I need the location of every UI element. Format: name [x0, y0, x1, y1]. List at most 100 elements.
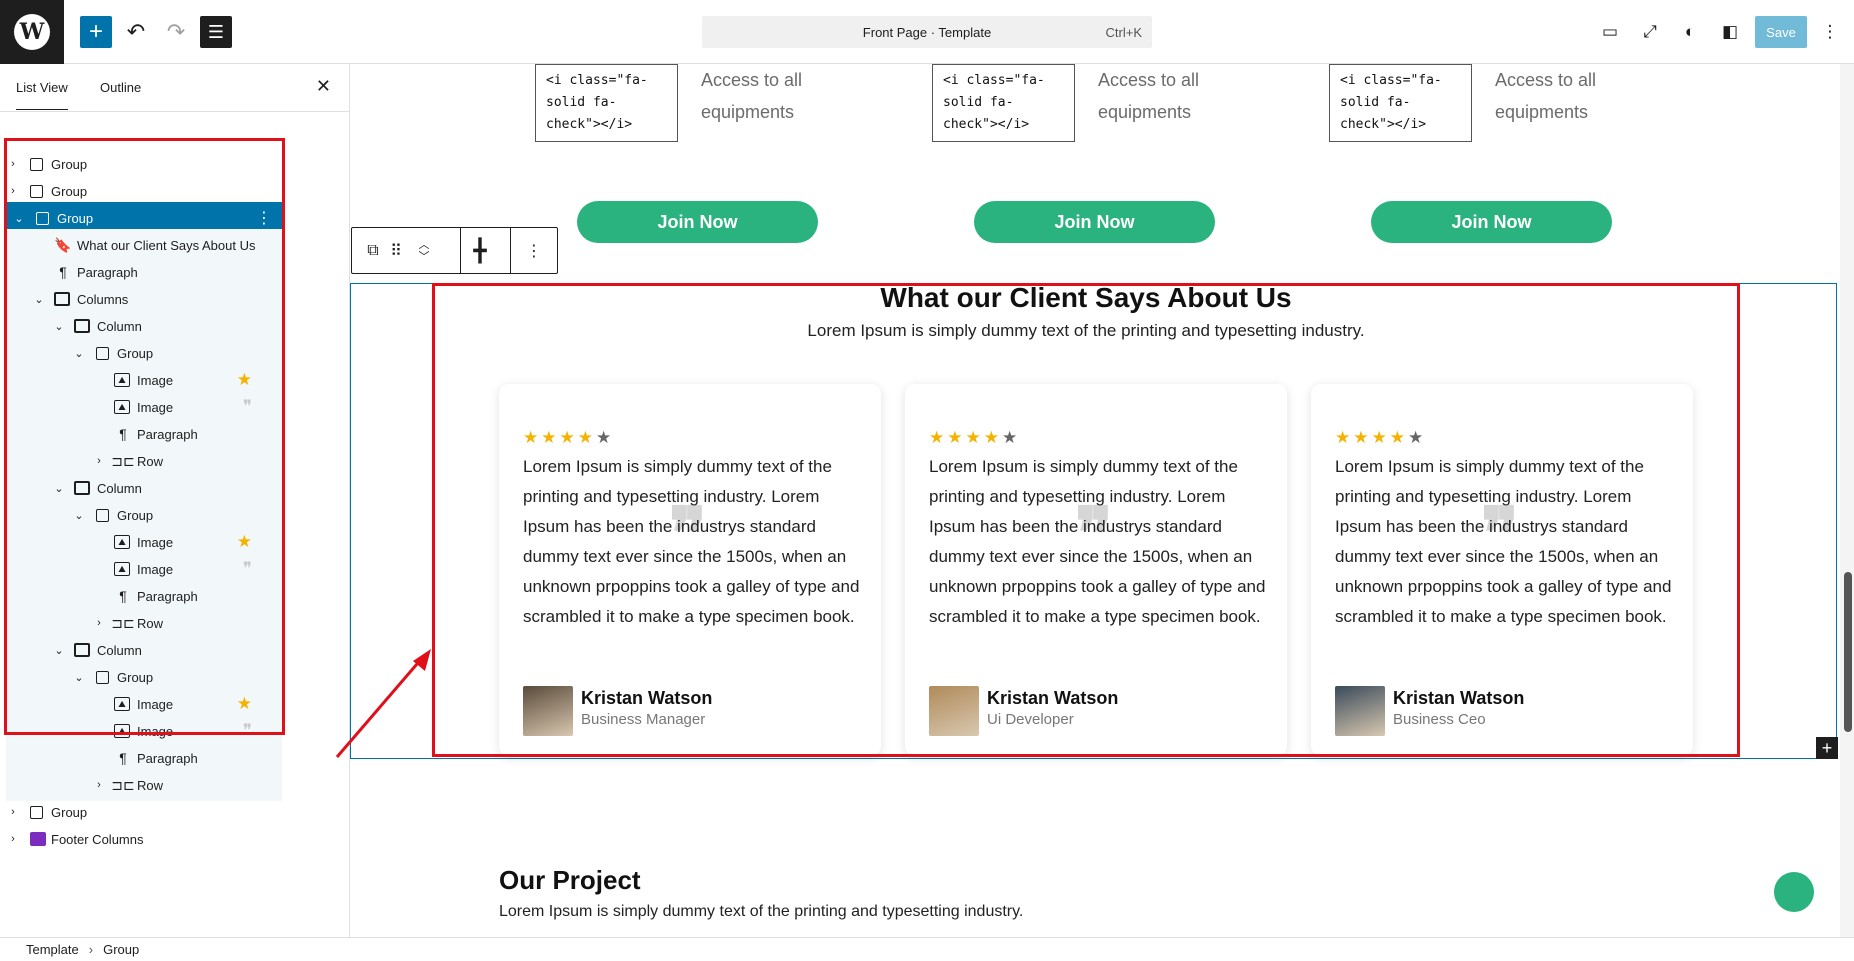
undo-icon: ↶	[126, 19, 146, 44]
tab-outline[interactable]: Outline	[100, 80, 141, 95]
feature-text: Access to all equipments	[701, 70, 803, 122]
command-palette-bar[interactable]: Front Page · Template Ctrl+K	[702, 16, 1152, 48]
chevron-down-icon[interactable]: ⌄	[54, 644, 64, 657]
list-view-item-label: Row	[137, 615, 164, 631]
canvas-scrollbar[interactable]	[1840, 64, 1854, 937]
chevron-down-icon[interactable]: ⌄	[54, 482, 64, 495]
chevron-right-icon[interactable]: ›	[8, 833, 18, 845]
list-view-item-label: Group	[57, 210, 94, 226]
paragraph-icon: ¶	[119, 426, 127, 442]
chevron-right-icon[interactable]: ›	[8, 806, 18, 818]
tab-list-view[interactable]: List View	[16, 80, 68, 110]
block-options-button[interactable]: ⋮	[510, 228, 558, 273]
chevron-down-icon[interactable]: ⌄	[74, 671, 84, 684]
breadcrumb-group[interactable]: Group	[103, 942, 139, 957]
project-subtitle[interactable]: Lorem Ipsum is simply dummy text of the …	[499, 903, 1023, 921]
list-view-item-label: Columns	[77, 291, 129, 307]
star-icon: ★	[236, 370, 252, 389]
chevron-right-icon[interactable]: ›	[94, 617, 104, 629]
editor-header: W + ↶ ↷ ☰ Front Page · Template Ctrl+K ▭…	[0, 0, 1854, 64]
feature-text: Access to all equipments	[1495, 70, 1597, 122]
footer-columns-icon	[30, 832, 46, 846]
chevron-right-icon[interactable]: ›	[8, 158, 18, 170]
highlight-arrow	[335, 649, 431, 758]
more-vertical-icon[interactable]: ⋮	[256, 208, 272, 228]
zoom-out-button[interactable]: ⤢	[1634, 16, 1666, 48]
scrollbar-thumb[interactable]	[1844, 572, 1852, 732]
list-view-icon: ☰	[207, 21, 225, 42]
document-overview-button[interactable]: ☰	[200, 16, 232, 48]
list-view-item-label: Paragraph	[137, 588, 198, 604]
icon-code-block[interactable]: <i class="fa-solid fa-check"></i>	[535, 64, 678, 142]
list-view-item-label: Group	[117, 345, 154, 361]
icon-code-block[interactable]: <i class="fa-solid fa-check"></i>	[932, 64, 1075, 142]
chevron-right-icon[interactable]: ›	[8, 185, 18, 197]
align-button[interactable]: ╋	[460, 228, 500, 273]
settings-button[interactable]: ◧	[1714, 16, 1746, 48]
feature-text: Access to all equipments	[1098, 70, 1200, 122]
more-vertical-icon: ⋮	[526, 242, 542, 260]
wordpress-logo-button[interactable]: W	[0, 0, 64, 64]
drag-handle[interactable]: ⠿	[384, 228, 408, 273]
chevron-right-icon[interactable]: ›	[94, 779, 104, 791]
list-view-item-label: Group	[51, 183, 88, 199]
group-icon	[96, 346, 109, 360]
chat-widget-button[interactable]	[1774, 872, 1814, 912]
sidebar-tabs: List View Outline ✕	[0, 64, 349, 112]
list-view-item-label: Group	[117, 507, 154, 523]
list-view-item-label: Row	[137, 777, 164, 793]
join-now-button[interactable]: Join Now	[974, 201, 1215, 243]
chevron-right-icon[interactable]: ›	[94, 455, 104, 467]
list-view-item-label: Image	[137, 696, 174, 712]
breadcrumb: Template › Group	[0, 937, 1854, 961]
list-view-item-label: Column	[97, 318, 142, 334]
row-icon: ⊐⊏	[111, 776, 135, 793]
column-icon	[74, 481, 90, 495]
chevron-down-icon[interactable]: ⌄	[54, 320, 64, 333]
chevron-down-icon[interactable]: ⌄	[14, 212, 24, 225]
list-view-item-footer[interactable]: › Footer Columns	[0, 823, 336, 855]
quote-icon: ❞	[242, 559, 252, 578]
list-view-item-label: Group	[51, 804, 88, 820]
list-view-item-label: Row	[137, 453, 164, 469]
chevron-down-icon: ﹀	[418, 250, 430, 263]
list-view-item-label: Paragraph	[137, 426, 198, 442]
wordpress-logo-icon: W	[14, 14, 50, 50]
drag-icon: ⠿	[390, 242, 402, 260]
row-icon: ⊐⊏	[111, 614, 135, 631]
list-view-item-label: Column	[97, 642, 142, 658]
image-icon: ⛰	[114, 400, 130, 414]
block-inserter-button[interactable]: +	[80, 16, 112, 48]
list-view-item-label: Image	[137, 561, 174, 577]
breadcrumb-template[interactable]: Template	[26, 942, 79, 957]
save-button[interactable]: Save	[1755, 16, 1807, 48]
plus-icon: +	[88, 18, 103, 45]
image-icon: ⛰	[114, 535, 130, 549]
list-view-item-label: Group	[117, 669, 154, 685]
project-heading[interactable]: Our Project	[499, 865, 641, 896]
image-icon: ⛰	[114, 373, 130, 387]
preview-device-button[interactable]: ▭	[1594, 16, 1626, 48]
image-icon: ⛰	[114, 562, 130, 576]
paragraph-icon: ¶	[119, 750, 127, 766]
join-now-button[interactable]: Join Now	[1371, 201, 1612, 243]
laptop-icon: ▭	[1601, 22, 1619, 41]
list-view-sidebar: List View Outline ✕ › Group › Group ⌄ Group ⋮ 🔖…	[0, 64, 350, 937]
chevron-down-icon[interactable]: ⌄	[74, 347, 84, 360]
redo-button[interactable]: ↷	[160, 16, 192, 48]
join-now-button[interactable]: Join Now	[577, 201, 818, 243]
group-transform-button[interactable]: ⧉	[362, 228, 384, 273]
styles-button[interactable]: ◐	[1674, 16, 1706, 48]
options-button[interactable]: ⋮	[1814, 16, 1846, 48]
icon-code-block[interactable]: <i class="fa-solid fa-check"></i>	[1329, 64, 1472, 142]
image-icon: ⛰	[114, 697, 130, 711]
list-view-item-label: What our Client Says About Us	[77, 237, 256, 253]
close-sidebar-button[interactable]: ✕	[316, 76, 331, 97]
add-block-button[interactable]: +	[1816, 737, 1838, 759]
move-up-down-buttons[interactable]: ︿ ﹀	[410, 228, 438, 273]
undo-button[interactable]: ↶	[120, 16, 152, 48]
chevron-down-icon[interactable]: ⌄	[34, 293, 44, 306]
sidebar-icon: ◧	[1721, 22, 1739, 41]
list-view-item-label: Image	[137, 372, 174, 388]
chevron-down-icon[interactable]: ⌄	[74, 509, 84, 522]
